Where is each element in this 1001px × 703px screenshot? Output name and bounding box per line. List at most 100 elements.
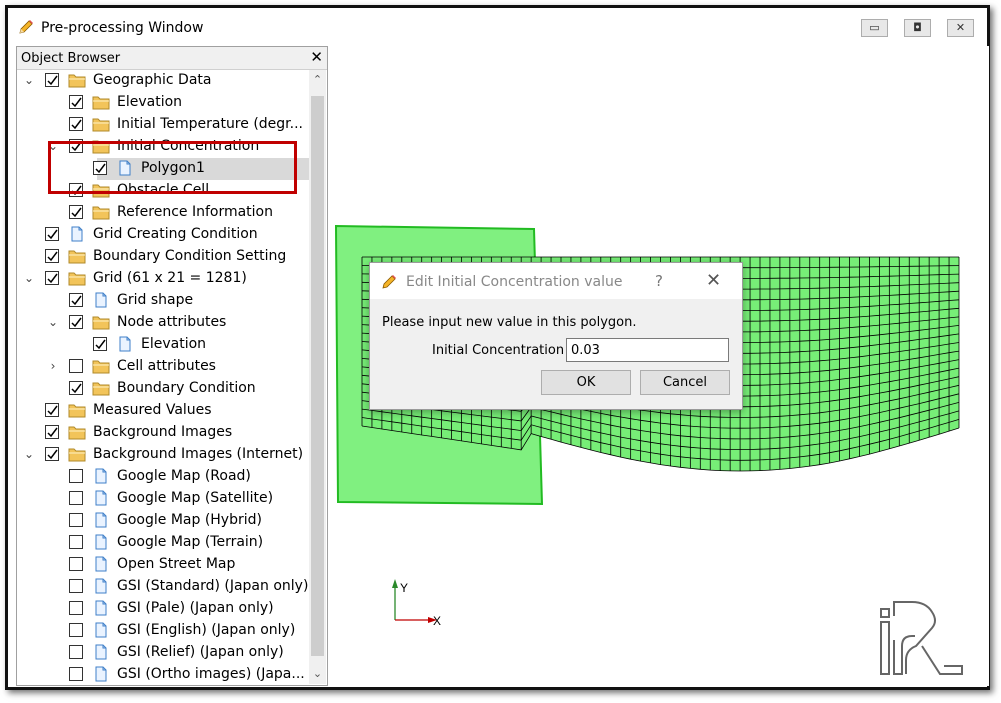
tree-item[interactable]: Google Map (Satellite) xyxy=(17,488,310,510)
tree-item[interactable]: Google Map (Terrain) xyxy=(17,532,310,554)
visibility-checkbox[interactable] xyxy=(69,469,83,483)
minimize-button[interactable]: ▭ xyxy=(861,19,888,37)
window-titlebar[interactable]: Pre-processing Window ▭ ◘ ✕ xyxy=(8,8,987,43)
visibility-checkbox[interactable] xyxy=(93,337,107,351)
document-icon xyxy=(92,292,110,308)
chevron-down-icon[interactable]: ⌄ xyxy=(23,447,35,461)
tree-item-label: Elevation xyxy=(117,94,183,110)
tree-item[interactable]: Reference Information xyxy=(17,202,310,224)
folder-icon xyxy=(68,402,86,418)
tree-item[interactable]: Measured Values xyxy=(17,400,310,422)
tree-item[interactable]: GSI (English) (Japan only) xyxy=(17,620,310,642)
chevron-up-icon[interactable]: ⌃ xyxy=(309,73,326,87)
tree-item[interactable]: Grid shape xyxy=(17,290,310,312)
visibility-checkbox[interactable] xyxy=(45,425,59,439)
tree-item[interactable]: Grid Creating Condition xyxy=(17,224,310,246)
tree-item[interactable]: Boundary Condition Setting xyxy=(17,246,310,268)
visibility-checkbox[interactable] xyxy=(45,447,59,461)
document-icon xyxy=(92,578,110,594)
chevron-down-icon[interactable]: ⌄ xyxy=(23,271,35,285)
visibility-checkbox[interactable] xyxy=(69,491,83,505)
tree-item[interactable]: ⌄ Grid (61 x 21 = 1281) xyxy=(17,268,310,290)
chevron-down-icon[interactable]: ⌄ xyxy=(23,73,35,87)
ok-button[interactable]: OK xyxy=(541,370,631,395)
tree-item[interactable]: Elevation xyxy=(17,92,310,114)
tree-item-label: Reference Information xyxy=(117,204,273,220)
visibility-checkbox[interactable] xyxy=(69,381,83,395)
visibility-checkbox[interactable] xyxy=(69,623,83,637)
pencil-icon xyxy=(17,18,35,36)
visibility-checkbox[interactable] xyxy=(69,557,83,571)
tree-item[interactable]: GSI (Standard) (Japan only) xyxy=(17,576,310,598)
visibility-checkbox[interactable] xyxy=(69,513,83,527)
chevron-down-icon[interactable]: ⌄ xyxy=(309,667,326,681)
tree-item-label: Boundary Condition xyxy=(117,380,256,396)
visibility-checkbox[interactable] xyxy=(69,359,83,373)
tree-item-label: Open Street Map xyxy=(117,556,236,572)
tree-item[interactable]: Google Map (Hybrid) xyxy=(17,510,310,532)
visibility-checkbox[interactable] xyxy=(69,95,83,109)
folder-icon xyxy=(92,116,110,132)
visibility-checkbox[interactable] xyxy=(69,579,83,593)
close-window-button[interactable]: ✕ xyxy=(947,19,974,37)
document-icon xyxy=(92,534,110,550)
tree-item-label: Background Images (Internet) xyxy=(93,446,304,462)
pre-processing-window: Pre-processing Window ▭ ◘ ✕ Object Brows… xyxy=(5,5,990,690)
document-icon xyxy=(116,336,134,352)
object-browser-header: Object Browser ✕ xyxy=(17,47,327,70)
tree-item[interactable]: GSI (Pale) (Japan only) xyxy=(17,598,310,620)
window-title: Pre-processing Window xyxy=(41,20,204,36)
folder-icon xyxy=(68,446,86,462)
visibility-checkbox[interactable] xyxy=(69,205,83,219)
visibility-checkbox[interactable] xyxy=(69,293,83,307)
document-icon xyxy=(92,556,110,572)
folder-icon xyxy=(92,314,110,330)
tree-item[interactable]: Initial Temperature (degr... xyxy=(17,114,310,136)
tree-item-label: GSI (Relief) (Japan only) xyxy=(117,644,284,660)
visibility-checkbox[interactable] xyxy=(69,315,83,329)
folder-icon xyxy=(92,380,110,396)
object-browser-close-icon[interactable]: ✕ xyxy=(310,48,323,66)
tree-item[interactable]: GSI (Ortho images) (Japa... xyxy=(17,664,310,685)
visibility-checkbox[interactable] xyxy=(69,645,83,659)
folder-icon xyxy=(68,270,86,286)
tree-item[interactable]: Google Map (Road) xyxy=(17,466,310,488)
visibility-checkbox[interactable] xyxy=(69,667,83,681)
tree-item-label: Node attributes xyxy=(117,314,227,330)
visibility-checkbox[interactable] xyxy=(45,271,59,285)
help-icon[interactable]: ? xyxy=(655,272,663,290)
visibility-checkbox[interactable] xyxy=(69,535,83,549)
tree-item[interactable]: Elevation xyxy=(17,334,310,356)
tree-item-label: Initial Temperature (degr... xyxy=(117,116,303,132)
visibility-checkbox[interactable] xyxy=(69,117,83,131)
tree-item[interactable]: ⌄ Node attributes xyxy=(17,312,310,334)
tree-item-label: Grid Creating Condition xyxy=(93,226,258,242)
dialog-titlebar[interactable]: Edit Initial Concentration value ? ✕ xyxy=(370,263,742,299)
tree-scrollbar[interactable]: ⌃ ⌄ xyxy=(309,70,326,684)
initial-concentration-input[interactable] xyxy=(566,338,729,362)
visibility-checkbox[interactable] xyxy=(45,227,59,241)
minimize-icon: ▭ xyxy=(869,21,880,34)
cancel-button[interactable]: Cancel xyxy=(640,370,730,395)
folder-icon xyxy=(68,72,86,88)
tree-item-label: Geographic Data xyxy=(93,72,212,88)
chevron-right-icon[interactable]: › xyxy=(47,359,59,373)
visibility-checkbox[interactable] xyxy=(45,73,59,87)
tree-item[interactable]: › Cell attributes xyxy=(17,356,310,378)
document-icon xyxy=(92,600,110,616)
tree-item[interactable]: ⌄ Geographic Data xyxy=(17,70,310,92)
tree-item-label: Boundary Condition Setting xyxy=(93,248,287,264)
tree-item-label: Measured Values xyxy=(93,402,212,418)
tree-item[interactable]: Open Street Map xyxy=(17,554,310,576)
chevron-down-icon[interactable]: ⌄ xyxy=(47,315,59,329)
tree-item[interactable]: Boundary Condition xyxy=(17,378,310,400)
visibility-checkbox[interactable] xyxy=(45,403,59,417)
scrollbar-thumb[interactable] xyxy=(311,96,324,656)
visibility-checkbox[interactable] xyxy=(45,249,59,263)
tree-item[interactable]: ⌄ Background Images (Internet) xyxy=(17,444,310,466)
tree-item[interactable]: Background Images xyxy=(17,422,310,444)
visibility-checkbox[interactable] xyxy=(69,601,83,615)
tree-item[interactable]: GSI (Relief) (Japan only) xyxy=(17,642,310,664)
restore-button[interactable]: ◘ xyxy=(904,19,931,37)
dialog-close-icon[interactable]: ✕ xyxy=(706,270,721,291)
